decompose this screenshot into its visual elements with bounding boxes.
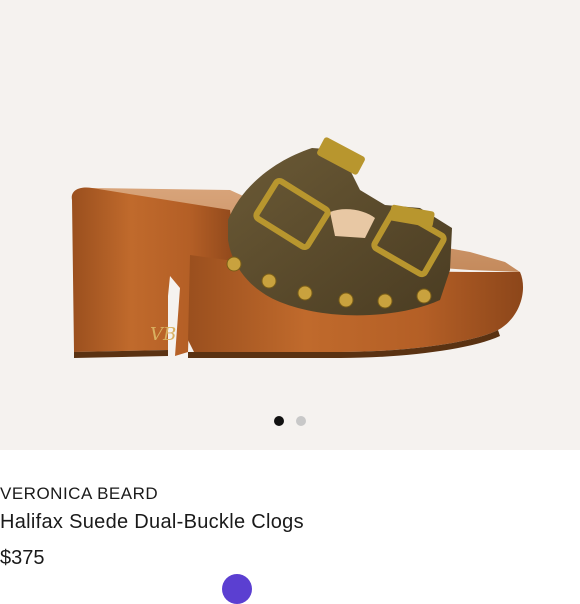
product-price: $375 bbox=[0, 547, 45, 569]
carousel-indicator bbox=[0, 416, 580, 428]
clog-sandal-image: VB bbox=[71, 137, 524, 358]
action-button[interactable] bbox=[222, 574, 252, 604]
carousel-dot-2[interactable] bbox=[296, 416, 306, 426]
carousel-dot-1[interactable] bbox=[274, 416, 284, 426]
product-title: Halifax Suede Dual-Buckle Clogs bbox=[0, 511, 304, 533]
product-image-area[interactable]: VB bbox=[0, 0, 580, 450]
brand-name[interactable]: VERONICA BEARD bbox=[0, 484, 158, 504]
svg-text:VB: VB bbox=[150, 324, 176, 345]
